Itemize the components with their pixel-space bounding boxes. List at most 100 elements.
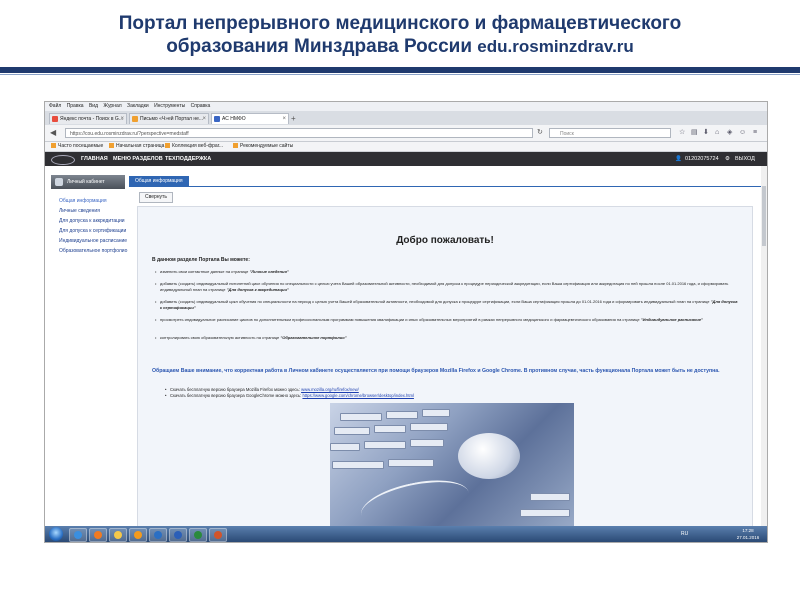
yandex-icon bbox=[52, 116, 58, 122]
chat-icon[interactable]: ☺ bbox=[739, 128, 746, 138]
site-logo[interactable] bbox=[51, 155, 75, 165]
start-button[interactable] bbox=[49, 527, 63, 541]
system-clock[interactable]: 17:28 27.01.2016 bbox=[733, 527, 763, 541]
sidebar: Личный кабинет Общая информация Личные с… bbox=[45, 166, 129, 526]
title-divider-thin bbox=[0, 74, 800, 75]
reload-icon[interactable]: ↻ bbox=[537, 128, 543, 138]
taskbar-app-media[interactable] bbox=[129, 528, 147, 542]
menu-history[interactable]: Журнал bbox=[103, 103, 121, 109]
logout-button[interactable]: ВЫХОД bbox=[735, 152, 755, 166]
taskbar-app-excel[interactable] bbox=[189, 528, 207, 542]
menu-tools[interactable]: Инструменты bbox=[154, 103, 185, 109]
close-icon[interactable]: × bbox=[120, 114, 124, 124]
sidebar-item-schedule[interactable]: Индивидуальное расписание bbox=[59, 237, 127, 245]
taskbar-app-powerpoint[interactable] bbox=[209, 528, 227, 542]
language-indicator[interactable]: RU bbox=[681, 529, 688, 539]
sidebar-item-portfolio[interactable]: Образовательное портфолио bbox=[59, 247, 127, 255]
bookmark-item[interactable]: Часто посещаемые bbox=[51, 142, 103, 151]
menu-bookmarks[interactable]: Закладки bbox=[127, 103, 149, 109]
site-favicon bbox=[214, 116, 220, 122]
tab-label: АС НМФО bbox=[222, 116, 246, 122]
tab-label: Письмо «Ч»ей Портал не... bbox=[140, 116, 204, 122]
collapse-button[interactable]: Свернуть bbox=[139, 192, 173, 203]
browser-tab-yandex[interactable]: Яндекс почта - Поиск в G... × bbox=[49, 113, 127, 124]
clock-time: 17:28 bbox=[742, 528, 754, 533]
taskbar-app-word[interactable] bbox=[169, 528, 187, 542]
word-icon bbox=[174, 531, 182, 539]
menu-icon[interactable]: ≡ bbox=[753, 128, 757, 138]
mouse-graphic bbox=[458, 433, 520, 479]
close-icon[interactable]: × bbox=[202, 114, 206, 124]
back-icon[interactable]: ◀ bbox=[50, 128, 56, 138]
chrome-link[interactable]: https://www.google.com/chrome/browser/de… bbox=[302, 393, 413, 398]
home-icon[interactable]: ⌂ bbox=[715, 128, 719, 138]
folder-icon bbox=[114, 531, 122, 539]
keyboard-mouse-image bbox=[330, 403, 574, 527]
taskbar-app-ie[interactable] bbox=[69, 528, 87, 542]
menu-view[interactable]: Вид bbox=[89, 103, 98, 109]
close-icon[interactable]: × bbox=[282, 114, 286, 124]
list-item: добавить (создать) индивидуальный пятиле… bbox=[155, 281, 740, 293]
sidebar-item-general-info[interactable]: Общая информация bbox=[59, 197, 107, 205]
clipboard-icon[interactable]: ▤ bbox=[691, 128, 698, 138]
star-icon[interactable]: ☆ bbox=[679, 128, 685, 138]
intro-text: В данном разделе Портала Вы можете: bbox=[152, 257, 250, 263]
download-chrome: Скачать бесплатную версию браузера Googl… bbox=[165, 393, 414, 399]
browser-notice: Обращаем Ваше внимание, что корректная р… bbox=[152, 368, 720, 374]
tab-underline bbox=[129, 186, 761, 187]
windows-taskbar: RU 17:28 27.01.2016 bbox=[45, 526, 767, 542]
search-input[interactable]: Поиск bbox=[549, 128, 671, 138]
slide-title-line2: образования Минздрава России edu.rosminz… bbox=[166, 36, 634, 57]
menu-edit[interactable]: Правка bbox=[67, 103, 84, 109]
media-player-icon bbox=[134, 531, 142, 539]
sidebar-header[interactable]: Личный кабинет bbox=[51, 175, 125, 189]
tab-general-info[interactable]: Общая информация bbox=[129, 176, 189, 186]
browser-menubar: Файл Правка Вид Журнал Закладки Инструме… bbox=[45, 102, 767, 111]
nav-support[interactable]: ТЕХПОДДЕРЖКА bbox=[165, 152, 211, 166]
page-scrollbar[interactable] bbox=[761, 166, 767, 526]
browser-navbar: ◀ https://cou.edu.rosminzdrav.ru/?perspe… bbox=[45, 125, 767, 142]
browser-tab-mail[interactable]: Письмо «Ч»ей Портал не... × bbox=[129, 113, 209, 124]
main-content: Общая информация Свернуть Добро пожалова… bbox=[129, 166, 761, 528]
browser-tab-nmfo[interactable]: АС НМФО × bbox=[211, 113, 289, 124]
bookmark-item[interactable]: Коллекция веб-фраг... bbox=[165, 142, 223, 151]
screenshot-window: Файл Правка Вид Журнал Закладки Инструме… bbox=[44, 101, 768, 543]
menu-file[interactable]: Файл bbox=[49, 103, 61, 109]
sidebar-item-accreditation[interactable]: Для допуска к аккредитации bbox=[59, 217, 125, 225]
welcome-heading: Добро пожаловать! bbox=[396, 235, 494, 246]
bookmarks-bar: Часто посещаемые Начальная страница Колл… bbox=[45, 142, 767, 152]
clock-date: 27.01.2016 bbox=[736, 535, 760, 540]
powerpoint-icon bbox=[214, 531, 222, 539]
slide-title-url: edu.rosminzdrav.ru bbox=[477, 37, 634, 56]
title-divider bbox=[0, 67, 800, 73]
browser-tabstrip: Яндекс почта - Поиск в G... × Письмо «Ч»… bbox=[45, 111, 767, 125]
mail-icon bbox=[132, 116, 138, 122]
list-item: изменить свои контактные данные на стран… bbox=[155, 269, 740, 275]
scrollbar-thumb[interactable] bbox=[762, 186, 766, 246]
download-icon[interactable]: ⬇ bbox=[703, 128, 709, 138]
address-bar[interactable]: https://cou.edu.rosminzdrav.ru/?perspect… bbox=[65, 128, 533, 138]
taskbar-app-outlook[interactable] bbox=[149, 528, 167, 542]
sidebar-item-personal-data[interactable]: Личные сведения bbox=[59, 207, 100, 215]
settings-icon[interactable]: ⚙ bbox=[725, 152, 730, 166]
menu-help[interactable]: Справка bbox=[191, 103, 211, 109]
list-item: просмотреть индивидуальное расписание ци… bbox=[155, 317, 740, 323]
taskbar-app-firefox[interactable] bbox=[89, 528, 107, 542]
excel-icon bbox=[194, 531, 202, 539]
outlook-icon bbox=[154, 531, 162, 539]
nav-home[interactable]: ГЛАВНАЯ bbox=[81, 152, 108, 166]
site-navbar: ГЛАВНАЯ МЕНЮ РАЗДЕЛОВ ТЕХПОДДЕРЖКА 👤 012… bbox=[45, 152, 767, 166]
list-item: контролировать свою образовательную акти… bbox=[155, 335, 740, 341]
bookmark-item[interactable]: Начальная страница bbox=[109, 142, 164, 151]
new-tab-button[interactable]: + bbox=[291, 114, 296, 123]
cabinet-icon bbox=[55, 178, 63, 186]
pocket-icon[interactable]: ◈ bbox=[727, 128, 732, 138]
nav-sections-menu[interactable]: МЕНЮ РАЗДЕЛОВ bbox=[113, 152, 163, 166]
firefox-link[interactable]: www.mozilla.org/ru/firefox/new/ bbox=[301, 387, 359, 392]
internet-explorer-icon bbox=[74, 531, 82, 539]
taskbar-app-explorer[interactable] bbox=[109, 528, 127, 542]
user-id[interactable]: 01202075724 bbox=[685, 152, 719, 166]
bookmark-item[interactable]: Рекомендуемые сайты bbox=[233, 142, 293, 151]
sidebar-item-certification[interactable]: Для допуска к сертификации bbox=[59, 227, 126, 235]
tab-label: Яндекс почта - Поиск в G... bbox=[60, 116, 123, 122]
